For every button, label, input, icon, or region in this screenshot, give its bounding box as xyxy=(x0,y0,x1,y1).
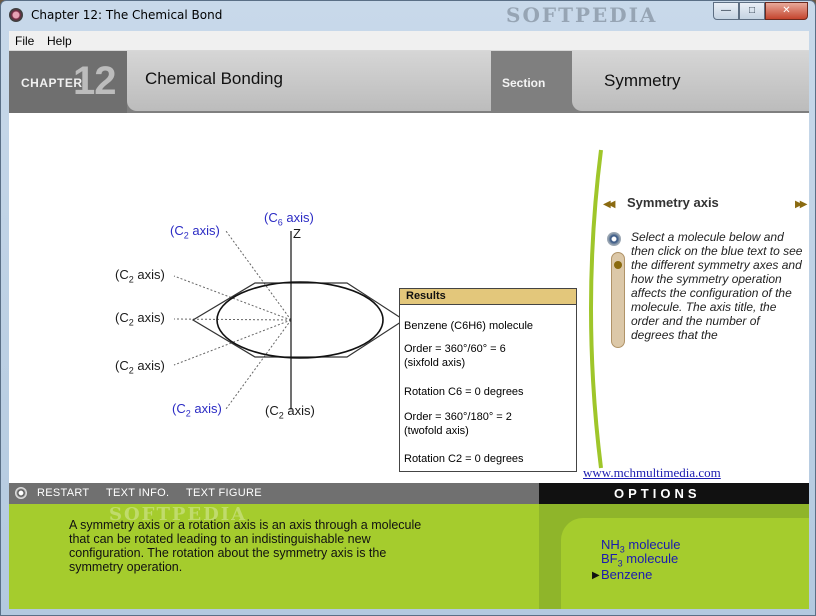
description-text: A symmetry axis or a rotation axis is an… xyxy=(69,518,422,574)
results-heading: Results xyxy=(400,289,576,305)
c6-axis-label[interactable]: (C6 axis) xyxy=(264,210,314,228)
chapter-box: CHAPTER 12 xyxy=(9,51,127,113)
watermark: SOFTPEDIA xyxy=(506,3,658,27)
options-header: OPTIONS xyxy=(539,483,809,504)
section-tab: Symmetry xyxy=(572,51,809,111)
selected-marker-icon: ▶ xyxy=(592,570,600,581)
options-inner xyxy=(561,518,809,609)
c2-axis-line-1 xyxy=(225,230,292,321)
audio-icon[interactable] xyxy=(607,232,621,246)
chapter-title: Chemical Bonding xyxy=(145,69,283,88)
website-link[interactable]: www.mchmultimedia.com xyxy=(583,465,721,481)
app-icon[interactable] xyxy=(9,8,23,22)
option-bf3[interactable]: BF3 molecule xyxy=(601,551,678,569)
c2-axis-line-3 xyxy=(173,318,292,321)
text-info-button[interactable]: TEXT INFO. xyxy=(106,487,169,499)
chapter-number: 12 xyxy=(73,59,116,103)
c2-axis-label-6: (C2 axis) xyxy=(265,403,315,421)
close-button[interactable]: ✕ xyxy=(765,2,808,20)
chapter-header: CHAPTER 12 Chemical Bonding Section Symm… xyxy=(9,51,809,113)
chapter-title-tab: Chemical Bonding xyxy=(127,51,491,111)
results-rotation-c6: Rotation C6 = 0 degrees xyxy=(404,386,524,398)
section-label: Section xyxy=(502,76,546,90)
results-order6: Order = 360°/60° = 6 xyxy=(404,343,506,355)
c2-axis-label-3: (C2 axis) xyxy=(115,310,165,328)
c2-axis-line-5 xyxy=(225,319,292,410)
audio-toggle-icon[interactable] xyxy=(15,487,27,499)
panel-curve-decoration xyxy=(589,149,603,469)
results-molecule: Benzene (C6H6) molecule xyxy=(404,320,534,332)
benzene-symmetry-figure xyxy=(173,230,406,411)
section-title: Symmetry xyxy=(604,71,681,90)
title-bar: Chapter 12: The Chemical Bond SOFTPEDIA … xyxy=(1,1,815,31)
scroll-thumb[interactable] xyxy=(614,261,622,269)
info-panel: ◀◀ Symmetry axis ▶▶ Select a molecule be… xyxy=(577,148,809,470)
text-figure-button[interactable]: TEXT FIGURE xyxy=(186,487,262,499)
c2-axis-label-4: (C2 axis) xyxy=(115,358,165,376)
options-title: OPTIONS xyxy=(614,486,701,501)
previous-arrow-icon[interactable]: ◀◀ xyxy=(603,199,616,210)
z-axis-label: Z xyxy=(293,226,301,241)
results-popup: Results Benzene (C6H6) molecule Order = … xyxy=(399,288,577,472)
results-order2-note: (twofold axis) xyxy=(404,425,469,437)
benzene-hexagon xyxy=(191,282,406,358)
results-order2: Order = 360°/180° = 2 xyxy=(404,411,512,423)
maximize-button[interactable]: □ xyxy=(739,2,765,20)
client-area: File Help CHAPTER 12 Chemical Bonding Se… xyxy=(9,31,809,609)
content-area: (C6 axis) Z (C2 axis) (C2 axis) (C2 axis… xyxy=(9,113,809,504)
menu-help[interactable]: Help xyxy=(47,34,72,48)
menu-file[interactable]: File xyxy=(15,34,34,48)
menu-bar: File Help xyxy=(9,31,809,51)
c2-axis-label-5[interactable]: (C2 axis) xyxy=(172,401,222,419)
minimize-button[interactable]: — xyxy=(713,2,739,20)
results-rotation-c2: Rotation C2 = 0 degrees xyxy=(404,453,524,465)
panel-text: Select a molecule below and then click o… xyxy=(631,230,803,342)
options-panel: NH3 molecule BF3 molecule ▶ Benzene xyxy=(539,504,809,609)
next-arrow-icon[interactable]: ▶▶ xyxy=(795,199,808,210)
benzene-diagram: (C6 axis) Z (C2 axis) (C2 axis) (C2 axis… xyxy=(9,113,429,483)
bottom-toolbar: RESTART TEXT INFO. TEXT FIGURE xyxy=(9,483,539,504)
c2-axis-label-2: (C2 axis) xyxy=(115,267,165,285)
c2-axis-label-1[interactable]: (C2 axis) xyxy=(170,223,220,241)
option-benzene[interactable]: Benzene xyxy=(601,567,652,582)
app-window: Chapter 12: The Chemical Bond SOFTPEDIA … xyxy=(0,0,816,616)
panel-title: Symmetry axis xyxy=(627,195,719,210)
description-panel: SOFTPEDIA A symmetry axis or a rotation … xyxy=(9,504,539,609)
restart-button[interactable]: RESTART xyxy=(37,487,89,499)
results-order6-note: (sixfold axis) xyxy=(404,357,466,369)
window-title: Chapter 12: The Chemical Bond xyxy=(31,8,223,22)
panel-scrollbar[interactable] xyxy=(611,252,625,348)
